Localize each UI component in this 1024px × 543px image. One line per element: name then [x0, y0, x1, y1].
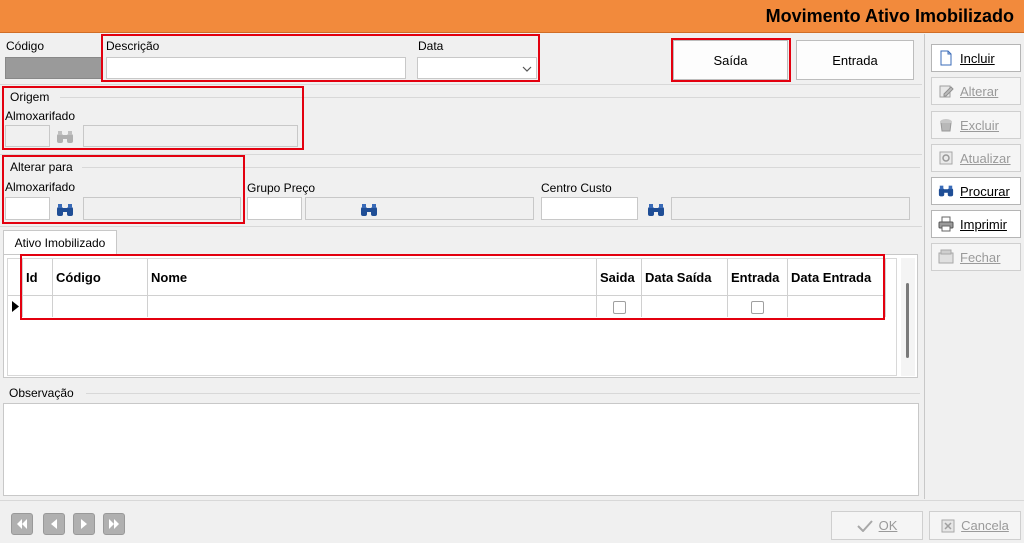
previous-icon [51, 519, 57, 529]
excluir-button[interactable]: Excluir [931, 111, 1021, 139]
fechar-button[interactable]: Fechar [931, 243, 1021, 271]
edit-icon [939, 85, 954, 98]
first-record-button[interactable] [11, 513, 33, 535]
new-document-icon [940, 50, 952, 66]
binoculars-icon[interactable] [360, 203, 378, 217]
close-icon [938, 249, 954, 264]
separator [0, 84, 922, 85]
codigo-label: Código [6, 39, 45, 53]
excluir-label: Excluir [960, 117, 1000, 133]
title-bar: Movimento Ativo Imobilizado [0, 0, 1024, 33]
window-title: Movimento Ativo Imobilizado [765, 6, 1014, 26]
previous-record-button[interactable] [43, 513, 65, 535]
footer-separator [0, 500, 1024, 501]
separator [0, 226, 922, 227]
ok-label: OK [878, 518, 898, 533]
centro-custo-code[interactable] [541, 197, 638, 220]
checkmark-icon [856, 519, 873, 532]
procurar-label: Procurar [960, 183, 1010, 199]
cancela-label: Cancela [961, 518, 1009, 533]
last-record-button[interactable] [103, 513, 125, 535]
next-record-button[interactable] [73, 513, 95, 535]
centro-custo-label: Centro Custo [541, 181, 612, 195]
observacao-textarea[interactable] [3, 403, 919, 496]
sidebar-divider [924, 34, 925, 499]
grupo-preco-desc [305, 197, 534, 220]
highlight-descricao-data [101, 34, 540, 82]
entrada-button[interactable]: Entrada [796, 40, 914, 80]
codigo-field[interactable] [5, 57, 103, 79]
atualizar-button[interactable]: Atualizar [931, 144, 1021, 172]
alterar-label: Alterar [960, 83, 999, 99]
first-icon [17, 519, 27, 529]
highlight-alterar [2, 155, 245, 224]
refresh-icon [939, 151, 953, 165]
incluir-label: Incluir [960, 50, 995, 66]
binoculars-icon [938, 185, 954, 197]
ok-button[interactable]: OK [831, 511, 923, 540]
printer-icon [938, 216, 954, 232]
cancela-button[interactable]: Cancela [929, 511, 1021, 540]
imprimir-label: Imprimir [960, 216, 1007, 232]
cancel-icon [941, 519, 955, 532]
highlight-grid-header [20, 254, 885, 320]
observacao-label: Observação [9, 386, 74, 400]
scrollbar-thumb[interactable] [906, 283, 909, 358]
incluir-button[interactable]: Incluir [931, 44, 1021, 72]
alterar-button[interactable]: Alterar [931, 77, 1021, 105]
next-icon [81, 519, 87, 529]
highlight-origem [2, 86, 304, 150]
tab-ativo-imobilizado[interactable]: Ativo Imobilizado [3, 230, 117, 254]
procurar-button[interactable]: Procurar [931, 177, 1021, 205]
delete-icon [940, 119, 952, 132]
atualizar-label: Atualizar [960, 150, 1011, 166]
fechar-label: Fechar [960, 249, 1001, 265]
grid-scrollbar[interactable] [901, 258, 915, 376]
observacao-line [86, 393, 920, 394]
current-row-arrow-icon [12, 301, 19, 312]
centro-custo-desc [671, 197, 910, 220]
last-icon [109, 519, 119, 529]
grupo-preco-code[interactable] [247, 197, 302, 220]
binoculars-icon[interactable] [647, 203, 665, 217]
highlight-saida [671, 38, 791, 82]
grupo-preco-label: Grupo Preço [247, 181, 316, 195]
imprimir-button[interactable]: Imprimir [931, 210, 1021, 238]
